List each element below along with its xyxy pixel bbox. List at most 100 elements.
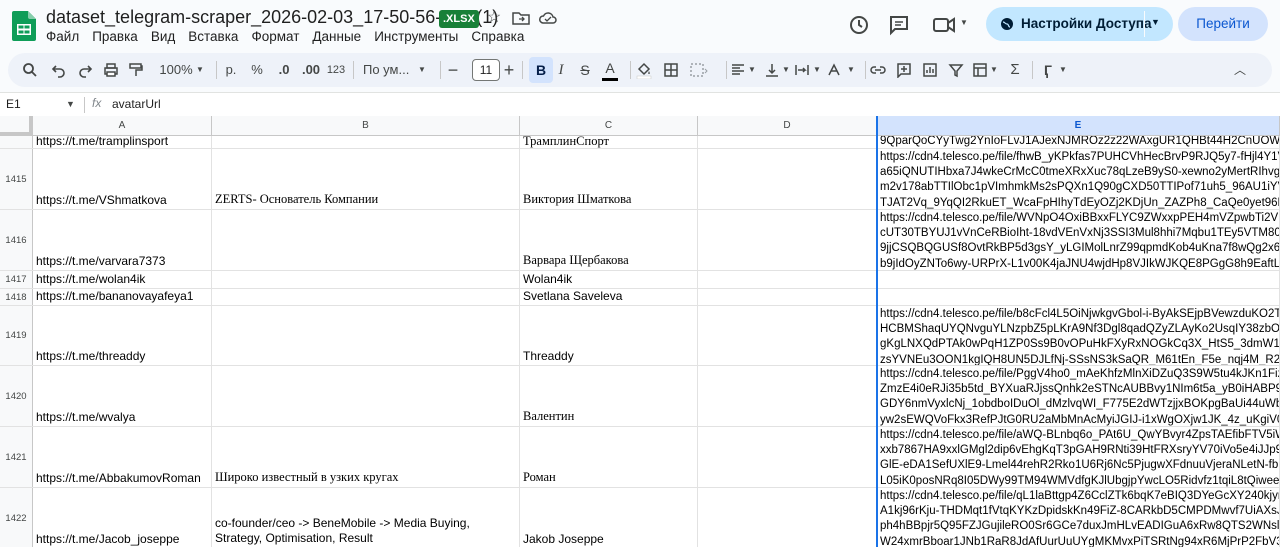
- cell-url[interactable]: https://t.me/bananovayafeya1: [33, 289, 212, 305]
- row-number[interactable]: [0, 136, 33, 148]
- zoom-chevron-icon[interactable]: ▼: [196, 53, 204, 87]
- text-wrap-icon[interactable]: [794, 62, 810, 78]
- font-chevron-icon[interactable]: ▼: [418, 53, 426, 87]
- decrease-decimal-button[interactable]: .0: [274, 53, 294, 87]
- cell-url[interactable]: https://t.me/varvara7373: [33, 210, 212, 270]
- cell-empty[interactable]: [698, 149, 877, 209]
- zoom-select[interactable]: 100%: [154, 53, 198, 87]
- menu-help[interactable]: Справка: [471, 29, 530, 44]
- cell-avatar[interactable]: https://cdn4.telesco.pe/file/PggV4ho0_mA…: [877, 366, 1280, 426]
- insert-chart-icon[interactable]: [922, 62, 938, 78]
- decrease-font-size-icon[interactable]: −: [447, 53, 459, 87]
- share-menu-chevron-icon[interactable]: ▼: [1151, 17, 1160, 27]
- sheets-logo-icon[interactable]: [12, 11, 36, 41]
- cell-url[interactable]: https://t.me/wvalya: [33, 366, 212, 426]
- column-header-d[interactable]: D: [698, 116, 877, 136]
- cell-name[interactable]: ТрамплинСпорт: [520, 136, 698, 148]
- collapse-toolbar-icon[interactable]: ︿: [1233, 53, 1247, 87]
- cell-avatar[interactable]: https://cdn4.telesco.pe/file/b8cFcl4L5Oi…: [877, 306, 1280, 365]
- star-icon[interactable]: ☆: [484, 8, 504, 28]
- cloud-status-icon[interactable]: [538, 8, 558, 28]
- cell-name[interactable]: Wolan4ik: [520, 271, 698, 288]
- table-row[interactable]: 1420 https://t.me/wvalya Валентин https:…: [0, 366, 1280, 427]
- filter-icon[interactable]: [948, 62, 964, 78]
- cell-empty[interactable]: [698, 366, 877, 426]
- percent-button[interactable]: %: [250, 53, 264, 87]
- menu-view[interactable]: Вид: [151, 29, 181, 44]
- halign-chevron-icon[interactable]: ▼: [748, 53, 756, 87]
- cell-bio[interactable]: co-founder/ceo -> BeneMobile -> Media Bu…: [212, 488, 520, 547]
- menu-insert[interactable]: Вставка: [188, 29, 244, 44]
- table-row[interactable]: https://t.me/tramplinsport ТрамплинСпорт…: [0, 136, 1280, 149]
- cell-url[interactable]: https://t.me/Jacob_joseppe: [33, 488, 212, 547]
- bold-button[interactable]: B: [529, 57, 553, 83]
- name-box-chevron-icon[interactable]: ▼: [66, 99, 75, 109]
- cell-avatar[interactable]: 9QparQoCYyTwg2YnIoFLvJ1AJexNJMROz2z22WAx…: [877, 136, 1280, 148]
- strikethrough-icon[interactable]: S: [578, 53, 592, 87]
- cell-bio[interactable]: [212, 271, 520, 288]
- menu-tools[interactable]: Инструменты: [374, 29, 464, 44]
- paint-format-icon[interactable]: [128, 62, 144, 78]
- table-row[interactable]: 1417 https://t.me/wolan4ik Wolan4ik: [0, 271, 1280, 289]
- cell-bio[interactable]: [212, 306, 520, 365]
- font-select[interactable]: По ум...: [363, 53, 411, 87]
- cell-avatar[interactable]: [877, 289, 1280, 305]
- history-icon[interactable]: [847, 13, 871, 37]
- cell-url[interactable]: https://t.me/tramplinsport: [33, 136, 212, 148]
- table-row[interactable]: 1422 https://t.me/Jacob_joseppe co-found…: [0, 488, 1280, 547]
- italic-icon[interactable]: I: [554, 53, 568, 87]
- cell-bio[interactable]: [212, 366, 520, 426]
- text-color-icon[interactable]: A: [602, 55, 618, 81]
- cell-name[interactable]: Виктория Шматкова: [520, 149, 698, 209]
- video-call-icon[interactable]: [932, 13, 956, 37]
- text-rotation-icon[interactable]: [826, 62, 842, 78]
- cell-avatar[interactable]: https://cdn4.telesco.pe/file/WVNpO4OxiBB…: [877, 210, 1280, 270]
- cell-empty[interactable]: [698, 306, 877, 365]
- font-size-input[interactable]: 11: [472, 59, 500, 81]
- row-number[interactable]: 1422: [0, 488, 33, 547]
- table-row[interactable]: 1415 https://t.me/VShmatkova ZERTS- Осно…: [0, 149, 1280, 210]
- cell-empty[interactable]: [698, 136, 877, 148]
- column-header-b[interactable]: B: [212, 116, 520, 136]
- move-folder-icon[interactable]: [511, 8, 531, 28]
- table-row[interactable]: 1418 https://t.me/bananovayafeya1 Svetla…: [0, 289, 1280, 306]
- menu-format[interactable]: Формат: [251, 29, 305, 44]
- cell-empty[interactable]: [698, 289, 877, 305]
- insert-link-icon[interactable]: [870, 62, 886, 78]
- cell-url[interactable]: https://t.me/wolan4ik: [33, 271, 212, 288]
- table-row[interactable]: 1421 https://t.me/AbbakumovRoman Широко …: [0, 427, 1280, 488]
- increase-font-size-icon[interactable]: +: [503, 53, 515, 87]
- functions-icon[interactable]: Σ: [1008, 53, 1022, 87]
- undo-icon[interactable]: [51, 62, 67, 78]
- search-menus-icon[interactable]: [22, 62, 38, 78]
- cell-name[interactable]: Валентин: [520, 366, 698, 426]
- horizontal-align-icon[interactable]: [730, 62, 746, 78]
- cell-name[interactable]: Jakob Joseppe: [520, 488, 698, 547]
- cell-url[interactable]: https://t.me/threaddy: [33, 306, 212, 365]
- row-number[interactable]: 1421: [0, 427, 33, 487]
- input-tools-chevron-icon[interactable]: ▼: [1059, 53, 1067, 87]
- cell-avatar[interactable]: https://cdn4.telesco.pe/file/qL1laBttgp4…: [877, 488, 1280, 547]
- row-number[interactable]: 1417: [0, 271, 33, 288]
- cell-bio[interactable]: [212, 136, 520, 148]
- table-row[interactable]: 1419 https://t.me/threaddy Threaddy http…: [0, 306, 1280, 366]
- column-header-c[interactable]: C: [520, 116, 698, 136]
- cell-bio[interactable]: ZERTS- Основатель Компании: [212, 149, 520, 209]
- name-box[interactable]: E1: [6, 97, 21, 111]
- cell-url[interactable]: https://t.me/VShmatkova: [33, 149, 212, 209]
- column-header-a[interactable]: A: [33, 116, 212, 136]
- cell-avatar[interactable]: https://cdn4.telesco.pe/file/fhwB_yKPkfa…: [877, 149, 1280, 209]
- go-button[interactable]: Перейти: [1178, 7, 1268, 41]
- cell-bio[interactable]: Широко известный в узких кругах: [212, 427, 520, 487]
- redo-icon[interactable]: [77, 62, 93, 78]
- vertical-align-icon[interactable]: [764, 62, 780, 78]
- cell-empty[interactable]: [698, 488, 877, 547]
- document-title[interactable]: dataset_telegram-scraper_2026-02-03_17-5…: [46, 7, 498, 28]
- row-number[interactable]: 1416: [0, 210, 33, 270]
- spreadsheet-grid[interactable]: A B C D E https://t.me/tramplinsport Тра…: [0, 116, 1280, 547]
- cell-avatar[interactable]: [877, 271, 1280, 288]
- increase-decimal-button[interactable]: .00: [299, 53, 323, 87]
- cell-empty[interactable]: [698, 271, 877, 288]
- insert-comment-icon[interactable]: [896, 62, 912, 78]
- select-all-corner[interactable]: [0, 116, 33, 136]
